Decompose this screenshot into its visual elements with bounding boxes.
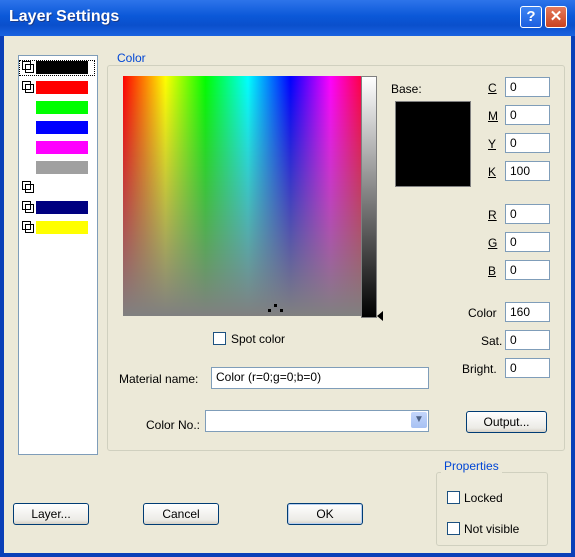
saturation-field[interactable]: 0 xyxy=(505,330,550,350)
layer-row[interactable] xyxy=(19,140,95,156)
layer-row[interactable] xyxy=(19,100,95,116)
color-no-combobox[interactable]: ▼ xyxy=(205,410,429,432)
layer-color-swatch xyxy=(36,161,88,174)
hue-field[interactable]: 160 xyxy=(505,302,550,322)
layer-row[interactable] xyxy=(19,180,95,196)
spectrum-crosshair xyxy=(274,304,277,307)
layer-list[interactable] xyxy=(18,55,98,455)
layer-link-icon xyxy=(22,181,34,193)
m-label: M xyxy=(488,109,498,123)
spot-color-checkbox[interactable] xyxy=(213,332,226,345)
layer-row[interactable] xyxy=(19,200,95,216)
b-field[interactable]: 0 xyxy=(505,260,550,280)
dialog-client: Color Base: C 0 M 0 Y 0 K 100 R 0 G 0 B … xyxy=(4,36,571,553)
r-label: R xyxy=(488,208,497,222)
locked-checkbox[interactable] xyxy=(447,491,460,504)
layer-link-icon xyxy=(22,81,34,93)
layer-color-swatch xyxy=(36,221,88,234)
output-button[interactable]: Output... xyxy=(466,411,547,433)
chevron-down-icon[interactable]: ▼ xyxy=(411,412,427,428)
layer-row[interactable] xyxy=(19,80,95,96)
spectrum-crosshair-right xyxy=(280,309,283,312)
help-button[interactable]: ? xyxy=(520,6,542,28)
r-field[interactable]: 0 xyxy=(505,204,550,224)
layer-color-swatch xyxy=(36,61,88,74)
brightness-slider-thumb-icon[interactable] xyxy=(377,311,383,321)
layer-button[interactable]: Layer... xyxy=(13,503,89,525)
window-title: Layer Settings xyxy=(9,8,120,25)
layer-color-swatch xyxy=(36,121,88,134)
spot-color-label: Spot color xyxy=(231,332,286,346)
layer-color-swatch xyxy=(36,141,88,154)
output-button-label: Output... xyxy=(483,415,530,429)
layer-row[interactable] xyxy=(19,160,95,176)
k-label: K xyxy=(488,165,497,179)
saturation-label: Sat. xyxy=(481,334,503,348)
cancel-button-label: Cancel xyxy=(162,507,200,521)
hue-label: Color xyxy=(468,306,497,320)
layer-color-swatch xyxy=(36,81,88,94)
brightness-slider[interactable] xyxy=(361,76,377,318)
material-name-field[interactable]: Color (r=0;g=0;b=0) xyxy=(211,367,429,389)
layer-row[interactable] xyxy=(19,120,95,136)
layer-color-swatch xyxy=(36,201,88,214)
b-label: B xyxy=(488,264,497,278)
not-visible-checkbox[interactable] xyxy=(447,522,460,535)
layer-row[interactable] xyxy=(19,60,95,76)
k-field[interactable]: 100 xyxy=(505,161,550,181)
color-group-legend: Color xyxy=(114,51,149,65)
layer-link-icon xyxy=(22,201,34,213)
title-bar[interactable]: Layer Settings ? ✕ xyxy=(0,0,575,36)
color-spectrum-picker[interactable] xyxy=(123,76,373,316)
locked-label: Locked xyxy=(464,491,503,505)
layer-button-label: Layer... xyxy=(31,507,71,521)
layer-color-swatch xyxy=(36,101,88,114)
layer-row[interactable] xyxy=(19,220,95,236)
close-button[interactable]: ✕ xyxy=(545,6,567,28)
base-label: Base: xyxy=(391,82,422,96)
layer-link-icon xyxy=(22,61,34,73)
ok-button-label: OK xyxy=(316,507,334,521)
m-field[interactable]: 0 xyxy=(505,105,550,125)
y-field[interactable]: 0 xyxy=(505,133,550,153)
brightness-field[interactable]: 0 xyxy=(505,358,550,378)
g-label: G xyxy=(488,236,498,250)
spectrum-crosshair-left xyxy=(268,309,271,312)
c-label: C xyxy=(488,81,497,95)
properties-group-legend: Properties xyxy=(441,459,502,473)
color-no-label: Color No.: xyxy=(146,418,201,432)
layer-link-icon xyxy=(22,221,34,233)
brightness-label: Bright. xyxy=(462,362,497,376)
cancel-button[interactable]: Cancel xyxy=(143,503,219,525)
ok-button[interactable]: OK xyxy=(287,503,363,525)
g-field[interactable]: 0 xyxy=(505,232,550,252)
y-label: Y xyxy=(488,137,497,151)
dialog-window: Layer Settings ? ✕ Color Base: C 0 M 0 Y… xyxy=(0,0,575,557)
base-color-swatch xyxy=(395,101,471,187)
material-name-label: Material name: xyxy=(119,372,199,386)
c-field[interactable]: 0 xyxy=(505,77,550,97)
not-visible-label: Not visible xyxy=(464,522,520,536)
